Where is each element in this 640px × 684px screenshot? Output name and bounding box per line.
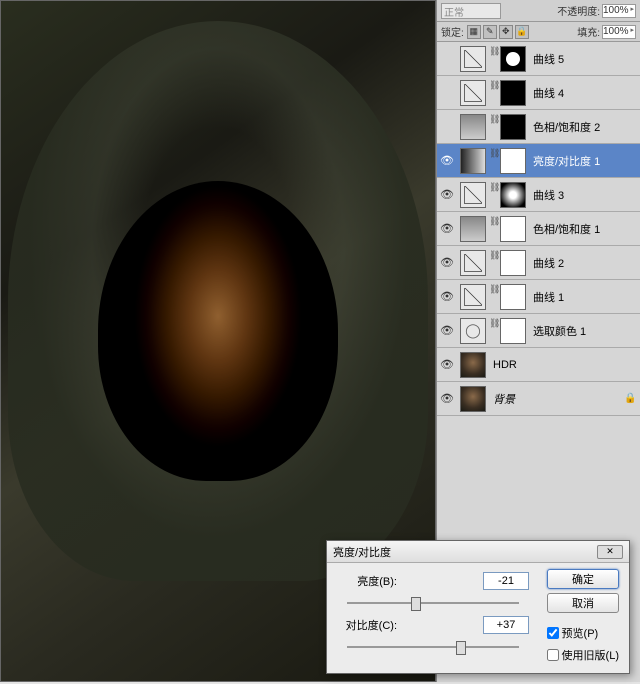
layers-list: 👁 ⛓ 曲线 5 👁 ⛓ 曲线 4 👁 ⛓ 色相/饱和度 2 👁 ⛓ 亮度/对比度 1 👁 ⛓ 曲线 3 👁 ⛓…: [437, 42, 640, 416]
layer-mask-thumbnail[interactable]: [500, 114, 526, 140]
fill-input[interactable]: 100%: [602, 25, 636, 39]
preview-checkbox[interactable]: 预览(P): [547, 625, 619, 641]
mask-link-icon[interactable]: ⛓: [489, 148, 497, 174]
brightness-input[interactable]: [483, 572, 529, 590]
layer-thumbnail[interactable]: [460, 386, 486, 412]
layer-row[interactable]: 👁 HDR: [437, 348, 640, 382]
layer-row[interactable]: 👁 ⛓ 曲线 3: [437, 178, 640, 212]
legacy-checkbox[interactable]: 使用旧版(L): [547, 647, 619, 663]
panel-header: 正常 不透明度: 100%: [437, 0, 640, 22]
layer-mask-thumbnail[interactable]: [500, 80, 526, 106]
mask-link-icon[interactable]: ⛓: [489, 46, 497, 72]
mask-link-icon[interactable]: ⛓: [489, 284, 497, 310]
brightness-slider[interactable]: [347, 595, 519, 611]
layer-thumbnail[interactable]: [460, 284, 486, 310]
layer-name[interactable]: 曲线 5: [529, 51, 640, 67]
lock-pixels-icon[interactable]: ✎: [483, 25, 497, 39]
visibility-toggle-icon[interactable]: 👁: [437, 324, 457, 337]
layer-row[interactable]: 👁⛓曲线 4: [437, 76, 640, 110]
lock-transparency-icon[interactable]: ▦: [467, 25, 481, 39]
lock-row: 锁定: ▦ ✎ ✥ 🔒 填充: 100%: [437, 22, 640, 42]
layer-mask-thumbnail[interactable]: [500, 148, 526, 174]
layer-thumbnail[interactable]: [460, 216, 486, 242]
brightness-contrast-dialog: 亮度/对比度 ✕ 亮度(B): 对比度(C): 确定 取消 预览(P) 使用旧版…: [326, 540, 630, 674]
visibility-toggle-icon[interactable]: 👁: [437, 358, 457, 371]
mask-link-icon[interactable]: ⛓: [489, 80, 497, 106]
layer-thumbnail[interactable]: [460, 318, 486, 344]
layer-mask-thumbnail[interactable]: [500, 284, 526, 310]
layer-name[interactable]: 曲线 1: [529, 289, 640, 305]
lock-icon: 🔒: [624, 393, 640, 404]
layer-name[interactable]: 色相/饱和度 1: [529, 221, 640, 237]
layer-thumbnail[interactable]: [460, 114, 486, 140]
layer-name[interactable]: 曲线 2: [529, 255, 640, 271]
ok-button[interactable]: 确定: [547, 569, 619, 589]
lock-position-icon[interactable]: ✥: [499, 25, 513, 39]
layer-thumbnail[interactable]: [460, 46, 486, 72]
contrast-input[interactable]: [483, 616, 529, 634]
layer-row[interactable]: 👁 ⛓ 亮度/对比度 1: [437, 144, 640, 178]
visibility-toggle-icon[interactable]: 👁: [437, 188, 457, 201]
layer-thumbnail[interactable]: [460, 182, 486, 208]
visibility-toggle-icon[interactable]: 👁: [437, 222, 457, 235]
lock-all-icon[interactable]: 🔒: [515, 25, 529, 39]
layer-row[interactable]: 👁 ⛓ 选取颜色 1: [437, 314, 640, 348]
layer-mask-thumbnail[interactable]: [500, 250, 526, 276]
dialog-title-bar[interactable]: 亮度/对比度 ✕: [327, 541, 629, 563]
contrast-label: 对比度(C):: [337, 617, 397, 633]
lock-label: 锁定:: [441, 24, 464, 39]
opacity-input[interactable]: 100%: [602, 4, 636, 18]
visibility-toggle-icon[interactable]: 👁: [437, 392, 457, 405]
brightness-label: 亮度(B):: [337, 573, 397, 589]
layer-name[interactable]: 选取颜色 1: [529, 323, 640, 339]
mask-link-icon[interactable]: ⛓: [489, 182, 497, 208]
layer-thumbnail[interactable]: [460, 250, 486, 276]
layer-row[interactable]: 👁 ⛓ 曲线 1: [437, 280, 640, 314]
fill-label: 填充:: [577, 24, 600, 39]
layer-thumbnail[interactable]: [460, 80, 486, 106]
mask-link-icon[interactable]: ⛓: [489, 250, 497, 276]
close-icon[interactable]: ✕: [597, 545, 623, 559]
blend-mode-select[interactable]: 正常: [441, 3, 501, 19]
visibility-toggle-icon[interactable]: 👁: [437, 256, 457, 269]
layer-name[interactable]: 曲线 3: [529, 187, 640, 203]
cancel-button[interactable]: 取消: [547, 593, 619, 613]
layer-mask-thumbnail[interactable]: [500, 46, 526, 72]
layer-row[interactable]: 👁 ⛓ 曲线 2: [437, 246, 640, 280]
layer-name[interactable]: 亮度/对比度 1: [529, 153, 640, 169]
opacity-label: 不透明度:: [557, 3, 600, 18]
dialog-title: 亮度/对比度: [333, 544, 391, 560]
contrast-slider[interactable]: [347, 639, 519, 655]
visibility-toggle-icon[interactable]: 👁: [437, 290, 457, 303]
layer-thumbnail[interactable]: [460, 352, 486, 378]
layer-mask-thumbnail[interactable]: [500, 216, 526, 242]
layer-row[interactable]: 👁 背景🔒: [437, 382, 640, 416]
visibility-toggle-icon[interactable]: 👁: [437, 154, 457, 167]
layer-name[interactable]: 曲线 4: [529, 85, 640, 101]
layer-mask-thumbnail[interactable]: [500, 318, 526, 344]
layer-row[interactable]: 👁⛓色相/饱和度 2: [437, 110, 640, 144]
layer-name[interactable]: 色相/饱和度 2: [529, 119, 640, 135]
layer-row[interactable]: 👁 ⛓ 色相/饱和度 1: [437, 212, 640, 246]
layer-name[interactable]: HDR: [489, 359, 640, 371]
layer-mask-thumbnail[interactable]: [500, 182, 526, 208]
layer-name[interactable]: 背景: [489, 391, 624, 407]
layer-row[interactable]: 👁⛓曲线 5: [437, 42, 640, 76]
layer-thumbnail[interactable]: [460, 148, 486, 174]
mask-link-icon[interactable]: ⛓: [489, 216, 497, 242]
mask-link-icon[interactable]: ⛓: [489, 114, 497, 140]
mask-link-icon[interactable]: ⛓: [489, 318, 497, 344]
